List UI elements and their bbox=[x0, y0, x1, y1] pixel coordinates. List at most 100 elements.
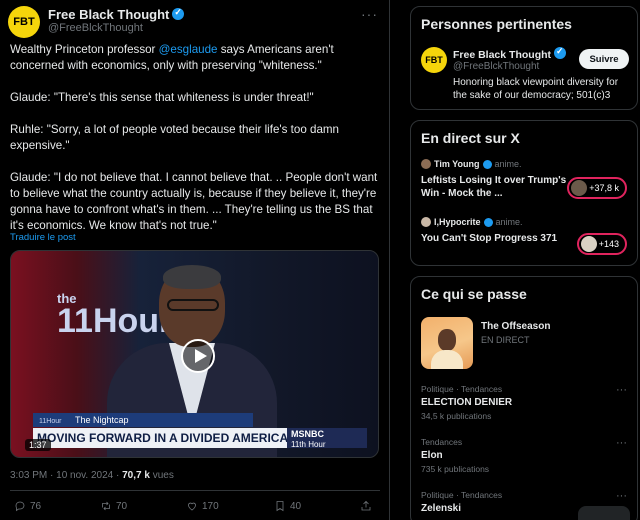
host-name: I,Hypocrite bbox=[434, 217, 481, 227]
person-name-text[interactable]: Free Black Thought bbox=[453, 49, 551, 61]
verified-badge-icon bbox=[482, 159, 492, 169]
host-avatar bbox=[421, 217, 431, 227]
event-thumbnail[interactable] bbox=[421, 317, 473, 369]
listener-avatars bbox=[571, 180, 588, 196]
messages-drawer-tab[interactable] bbox=[578, 506, 630, 520]
like-button[interactable]: 170 bbox=[186, 500, 219, 512]
speaker-glasses bbox=[167, 299, 219, 311]
live-item[interactable]: I,Hypocrite anime. You Can't Stop Progre… bbox=[421, 217, 629, 255]
views-count: 70,7 k bbox=[122, 470, 150, 481]
bookmark-button[interactable]: 40 bbox=[274, 500, 301, 512]
verified-badge-icon bbox=[172, 7, 185, 20]
reply-button[interactable]: 76 bbox=[14, 500, 41, 512]
trend-posts: 34,5 k publications bbox=[421, 411, 492, 421]
listener-count-badge: +37,8 k bbox=[567, 177, 627, 199]
more-options-icon[interactable]: ··· bbox=[616, 490, 627, 502]
post-header: FBT Free Black Thought @FreeBlckThought … bbox=[8, 6, 382, 38]
show-logo: the 11Hour bbox=[57, 291, 173, 340]
host-tag: anime. bbox=[494, 159, 522, 169]
event-face bbox=[438, 329, 456, 351]
listener-count-badge: +143 bbox=[576, 233, 627, 255]
views-label: vues bbox=[149, 470, 174, 481]
share-button[interactable] bbox=[360, 500, 372, 512]
more-options-icon[interactable]: ··· bbox=[361, 6, 378, 22]
live-title: You Can't Stop Progress 371 bbox=[421, 233, 558, 244]
person-handle[interactable]: @FreeBlckThought bbox=[453, 61, 539, 72]
author-name-text[interactable]: Free Black Thought bbox=[48, 7, 169, 22]
heart-icon bbox=[188, 502, 196, 511]
post-paragraph-1: Wealthy Princeton professor @esglaude sa… bbox=[10, 42, 380, 74]
reply-icon bbox=[15, 501, 25, 512]
share-icon bbox=[361, 500, 371, 511]
event-torso bbox=[431, 350, 463, 369]
bookmark-icon bbox=[276, 501, 284, 512]
repost-count: 70 bbox=[116, 500, 128, 512]
live-on-x-card: En direct sur X Tim Young anime. Leftist… bbox=[410, 120, 638, 266]
live-host: Tim Young anime. bbox=[421, 159, 629, 169]
post-text: Wealthy Princeton professor @esglaude sa… bbox=[10, 42, 380, 234]
trend-category: Politique · Tendances bbox=[421, 490, 503, 500]
post-text-p1-before: Wealthy Princeton professor bbox=[10, 43, 159, 56]
verified-badge-icon bbox=[483, 217, 493, 227]
translate-post-link[interactable]: Traduire le post bbox=[10, 232, 76, 243]
trend-name: ELECTION DENIER bbox=[421, 397, 513, 408]
author-name[interactable]: Free Black Thought bbox=[48, 7, 185, 22]
repost-button[interactable]: 70 bbox=[100, 500, 127, 512]
video-duration: 1:37 bbox=[25, 439, 51, 451]
segment-bar: 11Hour The Nightcap bbox=[33, 413, 253, 427]
listener-avatars bbox=[580, 236, 597, 252]
action-bar: 76 70 170 40 bbox=[14, 500, 378, 516]
person-avatar[interactable]: FBT bbox=[421, 47, 447, 73]
network-name: MSNBC bbox=[291, 429, 324, 439]
event-status: EN DIRECT bbox=[481, 335, 530, 345]
listener-count: +143 bbox=[598, 239, 619, 249]
event-name[interactable]: The Offseason bbox=[481, 321, 550, 332]
post-paragraph-2: Glaude: "There's this sense that whitene… bbox=[10, 91, 314, 104]
verified-badge-icon bbox=[554, 46, 567, 59]
host-name: Tim Young bbox=[434, 159, 480, 169]
trend-item[interactable]: Tendances Elon 735 k publications ··· bbox=[421, 437, 629, 474]
show-logo-name: 11Hour bbox=[57, 302, 173, 340]
whats-happening-title: Ce qui se passe bbox=[421, 286, 527, 302]
bookmark-count: 40 bbox=[290, 500, 302, 512]
segment-title: The Nightcap bbox=[75, 415, 129, 425]
person-bio: Honoring black viewpoint diversity for t… bbox=[453, 77, 619, 101]
video-player[interactable]: the 11Hour 11Hour The Nightcap MOVING FO… bbox=[10, 250, 379, 458]
trend-item[interactable]: Politique · Tendances ELECTION DENIER 34… bbox=[421, 384, 629, 421]
like-count: 170 bbox=[202, 500, 219, 512]
host-avatar bbox=[421, 159, 431, 169]
author-handle[interactable]: @FreeBlckThought bbox=[48, 22, 143, 34]
segment-mini-logo: 11Hour bbox=[39, 418, 62, 425]
whats-happening-card: Ce qui se passe The Offseason EN DIRECT … bbox=[410, 276, 638, 520]
person-name[interactable]: Free Black Thought bbox=[453, 46, 567, 61]
listener-count: +37,8 k bbox=[589, 183, 619, 193]
headline-bar: MOVING FORWARD IN A DIVIDED AMERICA bbox=[33, 428, 287, 448]
post-paragraph-4: Glaude: "I do not believe that. I cannot… bbox=[10, 171, 378, 232]
author-avatar[interactable]: FBT bbox=[8, 6, 40, 38]
play-icon[interactable] bbox=[181, 339, 215, 373]
network-logo: MSNBC 11th Hour bbox=[287, 428, 367, 449]
post-column: FBT Free Black Thought @FreeBlckThought … bbox=[0, 0, 390, 520]
trend-category: Politique · Tendances bbox=[421, 384, 503, 394]
post-timestamp[interactable]: 3:03 PM · 10 nov. 2024 · bbox=[10, 470, 122, 481]
reply-count: 76 bbox=[30, 500, 42, 512]
trend-posts: 735 k publications bbox=[421, 464, 490, 474]
repost-icon bbox=[102, 501, 110, 511]
relevant-people-card: Personnes pertinentes FBT Free Black Tho… bbox=[410, 6, 638, 110]
relevant-people-title: Personnes pertinentes bbox=[421, 16, 572, 32]
live-item[interactable]: Tim Young anime. Leftists Losing It over… bbox=[421, 159, 629, 200]
trend-category: Tendances bbox=[421, 437, 463, 447]
divider bbox=[10, 490, 380, 491]
mention-link[interactable]: @esglaude bbox=[159, 43, 218, 56]
trend-name: Elon bbox=[421, 450, 443, 461]
host-tag: anime. bbox=[495, 217, 523, 227]
post-meta: 3:03 PM · 10 nov. 2024 · 70,7 k vues bbox=[10, 470, 174, 481]
live-on-x-title: En direct sur X bbox=[421, 130, 520, 146]
more-options-icon[interactable]: ··· bbox=[616, 437, 627, 449]
speaker-hair bbox=[163, 265, 221, 289]
live-title: Leftists Losing It over Trump's Win - Mo… bbox=[421, 175, 567, 199]
follow-button[interactable]: Suivre bbox=[579, 49, 629, 69]
network-show: 11th Hour bbox=[291, 440, 326, 449]
more-options-icon[interactable]: ··· bbox=[616, 384, 627, 396]
post-paragraph-3: Ruhle: "Sorry, a lot of people voted bec… bbox=[10, 123, 339, 152]
